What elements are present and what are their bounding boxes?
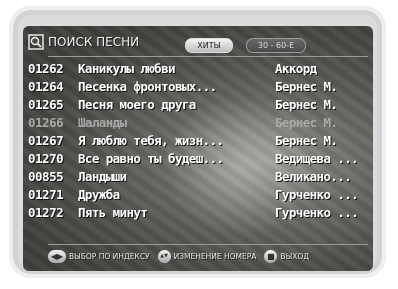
song-artist: Бернес М. <box>275 133 338 148</box>
song-row[interactable]: 01267 Я люблю тебя, жизн... Бернес М. <box>28 132 368 150</box>
song-artist: Бернес М. <box>275 97 338 112</box>
song-code: 01271 <box>28 187 64 202</box>
song-row[interactable]: 01270 Все равно ты будеш... Ведищева ... <box>28 150 368 168</box>
header: ПОИСК ПЕСНИ <box>28 32 139 52</box>
song-title: Я люблю тебя, жизн... <box>78 133 224 148</box>
tab-30-60[interactable]: 30 - 60-Е <box>246 38 306 53</box>
song-row[interactable]: 01265 Песня моего друга Бернес М. <box>28 96 368 114</box>
hint-index-select: ВЫБОР ПО ИНДЕКСУ <box>69 251 150 261</box>
song-row[interactable]: 01272 Пять минут Гурченко ... <box>28 204 368 222</box>
page-title-text: ПОИСК ПЕСНИ <box>48 35 140 49</box>
tab-hits[interactable]: ХИТЫ <box>185 38 233 53</box>
top-divider <box>48 56 368 57</box>
hint-number-change: ИЗМЕНЕНИЕ НОМЕРА <box>173 251 257 261</box>
page-title: ПОИСК ПЕСНИ <box>28 34 139 50</box>
song-title: Все равно ты будеш... <box>78 151 224 166</box>
left-right-arrows-icon: ◀▶ <box>48 249 66 263</box>
song-artist: Бернес М. <box>275 79 338 94</box>
song-code: 01266 <box>28 115 64 130</box>
footer-hints: ◀▶ ВЫБОР ПО ИНДЕКСУ ▲▼ ИЗМЕНЕНИЕ НОМЕРА … <box>48 248 366 264</box>
song-artist: Гурченко ... <box>275 205 359 220</box>
song-artist: Гурченко ... <box>275 187 359 202</box>
song-code: 01264 <box>28 79 64 94</box>
song-title: Шаланды <box>78 115 127 130</box>
search-icon <box>28 34 44 50</box>
song-title: Песня моего друга <box>78 97 196 112</box>
song-title: Пять минут <box>78 205 148 220</box>
song-title: Ландыши <box>78 169 127 184</box>
song-code: 01270 <box>28 151 64 166</box>
song-code: 01262 <box>28 61 64 76</box>
song-title: Каникулы любви <box>78 61 176 76</box>
song-artist: Бернес М. <box>275 115 338 130</box>
song-code: 01267 <box>28 133 64 148</box>
song-artist: Аккорд <box>275 61 317 76</box>
hint-exit: ВЫХОД <box>280 251 310 261</box>
song-title: Дружба <box>78 187 120 202</box>
bottom-divider <box>48 244 368 245</box>
song-artist: Великано... <box>275 169 352 184</box>
song-list: 01262 Каникулы любви Аккорд 01264 Песенк… <box>28 60 368 222</box>
song-code: 00855 <box>28 169 64 184</box>
song-row[interactable]: 01271 Дружба Гурченко ... <box>28 186 368 204</box>
stop-square-icon: ■ <box>264 249 278 263</box>
up-down-arrows-icon: ▲▼ <box>157 249 171 263</box>
song-code: 01272 <box>28 205 64 220</box>
song-row-selected[interactable]: 01266 Шаланды Бернес М. <box>28 114 368 132</box>
song-artist: Ведищева ... <box>275 151 359 166</box>
song-row[interactable]: 01264 Песенка фронтовых... Бернес М. <box>28 78 368 96</box>
song-title: Песенка фронтовых... <box>78 79 217 94</box>
song-code: 01265 <box>28 97 64 112</box>
song-row[interactable]: 01262 Каникулы любви Аккорд <box>28 60 368 78</box>
song-row[interactable]: 00855 Ландыши Великано... <box>28 168 368 186</box>
